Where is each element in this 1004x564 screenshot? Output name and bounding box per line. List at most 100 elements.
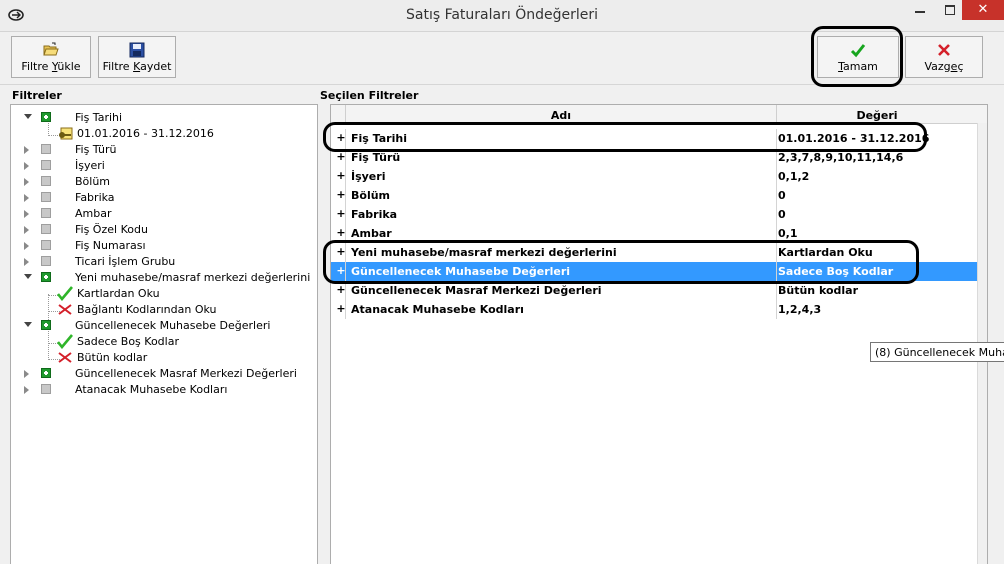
gray-box-icon[interactable] xyxy=(41,144,51,154)
expand-arrow-icon[interactable] xyxy=(24,210,29,218)
collapse-arrow-icon[interactable] xyxy=(24,274,32,279)
selected-filters-grid[interactable]: Adı Değeri + Fiş Tarihi 01.01.2016 - 31.… xyxy=(330,104,988,564)
green-check-icon xyxy=(57,334,73,349)
row-name: Ambar xyxy=(351,227,392,240)
tree-node-label: Bütün kodlar xyxy=(77,351,148,364)
gray-box-icon[interactable] xyxy=(41,224,51,234)
row-separator xyxy=(776,186,777,205)
expand-plus-icon[interactable]: + xyxy=(336,169,346,182)
calendar-key-icon xyxy=(59,127,73,140)
tree-node-label: Bağlantı Kodlarından Oku xyxy=(77,303,217,316)
row-name: Fabrika xyxy=(351,208,398,221)
expand-arrow-icon[interactable] xyxy=(24,178,29,186)
expand-plus-icon[interactable]: + xyxy=(336,188,346,201)
expand-arrow-icon[interactable] xyxy=(24,370,29,378)
gray-box-icon[interactable] xyxy=(41,240,51,250)
row-value: 0,1 xyxy=(778,227,798,240)
tree-node-label: Ticari İşlem Grubu xyxy=(75,255,176,268)
row-name: Fiş Türü xyxy=(351,151,401,164)
expand-plus-icon[interactable]: + xyxy=(336,302,346,315)
green-plus-icon[interactable] xyxy=(41,272,51,282)
tree-node-label: Sadece Boş Kodlar xyxy=(77,335,179,348)
filters-panel-title: Filtreler xyxy=(12,89,62,102)
grid-row[interactable]: + Fabrika 0 xyxy=(331,205,977,224)
window-title: Satış Faturaları Öndeğerleri xyxy=(406,7,598,23)
row-separator xyxy=(776,300,777,319)
expand-arrow-icon[interactable] xyxy=(24,242,29,250)
row-value: 2,3,7,8,9,10,11,14,6 xyxy=(778,151,904,164)
selected-filters-panel-title: Seçilen Filtreler xyxy=(320,89,419,102)
green-plus-icon[interactable] xyxy=(41,112,51,122)
grid-row[interactable]: + Atanacak Muhasebe Kodları 1,2,4,3 xyxy=(331,300,977,319)
tree-node-label: Atanacak Muhasebe Kodları xyxy=(75,383,228,396)
row-tooltip: (8) Güncellenecek Muhasebe Değerleri xyxy=(870,342,1004,362)
close-window-button[interactable]: ✕ xyxy=(962,0,1004,20)
cancel-label: Vazgeç xyxy=(924,60,964,73)
row-name: Atanacak Muhasebe Kodları xyxy=(351,303,524,316)
gray-box-icon[interactable] xyxy=(41,384,51,394)
row-value: 0 xyxy=(778,208,786,221)
red-x-icon xyxy=(58,352,72,363)
tree-node-label: Güncellenecek Muhasebe Değerleri xyxy=(75,319,271,332)
green-plus-icon[interactable] xyxy=(41,368,51,378)
expand-plus-icon[interactable]: + xyxy=(336,283,346,296)
row-value: Bütün kodlar xyxy=(778,284,859,297)
expand-arrow-icon[interactable] xyxy=(24,194,29,202)
tree-node-label: 01.01.2016 - 31.12.2016 xyxy=(77,127,214,140)
tree-node-label: Yeni muhasebe/masraf merkezi değerlerini xyxy=(75,271,311,284)
tree-node-label: Fiş Türü xyxy=(75,143,117,156)
floppy-disk-icon xyxy=(129,42,145,58)
tree-node-label: Güncellenecek Masraf Merkezi Değerleri xyxy=(75,367,297,380)
red-x-icon xyxy=(58,304,72,315)
gray-box-icon[interactable] xyxy=(41,256,51,266)
row-separator xyxy=(776,205,777,224)
green-plus-icon[interactable] xyxy=(41,320,51,330)
row-value: 1,2,4,3 xyxy=(778,303,822,316)
tree-node-label: Bölüm xyxy=(75,175,111,188)
gray-box-icon[interactable] xyxy=(41,192,51,202)
row-value: 0 xyxy=(778,189,786,202)
grid-row[interactable]: + Bölüm 0 xyxy=(331,186,977,205)
tree-node-label: Fiş Numarası xyxy=(75,239,146,252)
expand-arrow-icon[interactable] xyxy=(24,162,29,170)
expand-arrow-icon[interactable] xyxy=(24,258,29,266)
cancel-button[interactable]: Vazgeç xyxy=(905,36,983,78)
column-header-value[interactable]: Değeri xyxy=(777,109,977,122)
load-filter-label: Filtre Yükle xyxy=(21,60,81,73)
expand-arrow-icon[interactable] xyxy=(24,386,29,394)
annotation-oval xyxy=(323,122,927,152)
minimize-button[interactable] xyxy=(906,0,934,20)
row-name: Bölüm xyxy=(351,189,391,202)
grid-row[interactable]: + İşyeri 0,1,2 xyxy=(331,167,977,186)
green-check-icon xyxy=(57,286,73,301)
row-value: 0,1,2 xyxy=(778,170,810,183)
tree-node-label: Fiş Tarihi xyxy=(75,111,123,124)
row-name: İşyeri xyxy=(351,170,386,183)
row-separator xyxy=(776,167,777,186)
expand-arrow-icon[interactable] xyxy=(24,146,29,154)
save-filter-button[interactable]: Filtre Kaydet xyxy=(98,36,176,78)
collapse-arrow-icon[interactable] xyxy=(24,322,32,327)
tree-node-label: Fabrika xyxy=(75,191,115,204)
folder-open-icon xyxy=(43,42,59,56)
annotation-oval xyxy=(811,26,903,87)
tree-node-label: Kartlardan Oku xyxy=(77,287,160,300)
row-name: Güncellenecek Masraf Merkezi Değerleri xyxy=(351,284,602,297)
annotation-oval xyxy=(323,240,919,284)
collapse-arrow-icon[interactable] xyxy=(24,114,32,119)
filter-tree[interactable]: Fiş Tarihi 01.01.2016 - 31.12.2016 Fiş T… xyxy=(10,104,318,564)
gray-box-icon[interactable] xyxy=(41,176,51,186)
tree-node-label: Ambar xyxy=(75,207,112,220)
tree-node-label: Fiş Özel Kodu xyxy=(75,223,148,236)
expand-plus-icon[interactable]: + xyxy=(336,226,346,239)
load-filter-button[interactable]: Filtre Yükle xyxy=(11,36,91,78)
expand-arrow-icon[interactable] xyxy=(24,226,29,234)
expand-plus-icon[interactable]: + xyxy=(336,207,346,220)
red-x-icon xyxy=(938,44,950,56)
maximize-button[interactable] xyxy=(936,0,964,20)
column-header-name[interactable]: Adı xyxy=(346,109,776,122)
save-filter-label: Filtre Kaydet xyxy=(102,60,172,73)
gray-box-icon[interactable] xyxy=(41,208,51,218)
gray-box-icon[interactable] xyxy=(41,160,51,170)
tree-node-label: İşyeri xyxy=(75,159,105,172)
